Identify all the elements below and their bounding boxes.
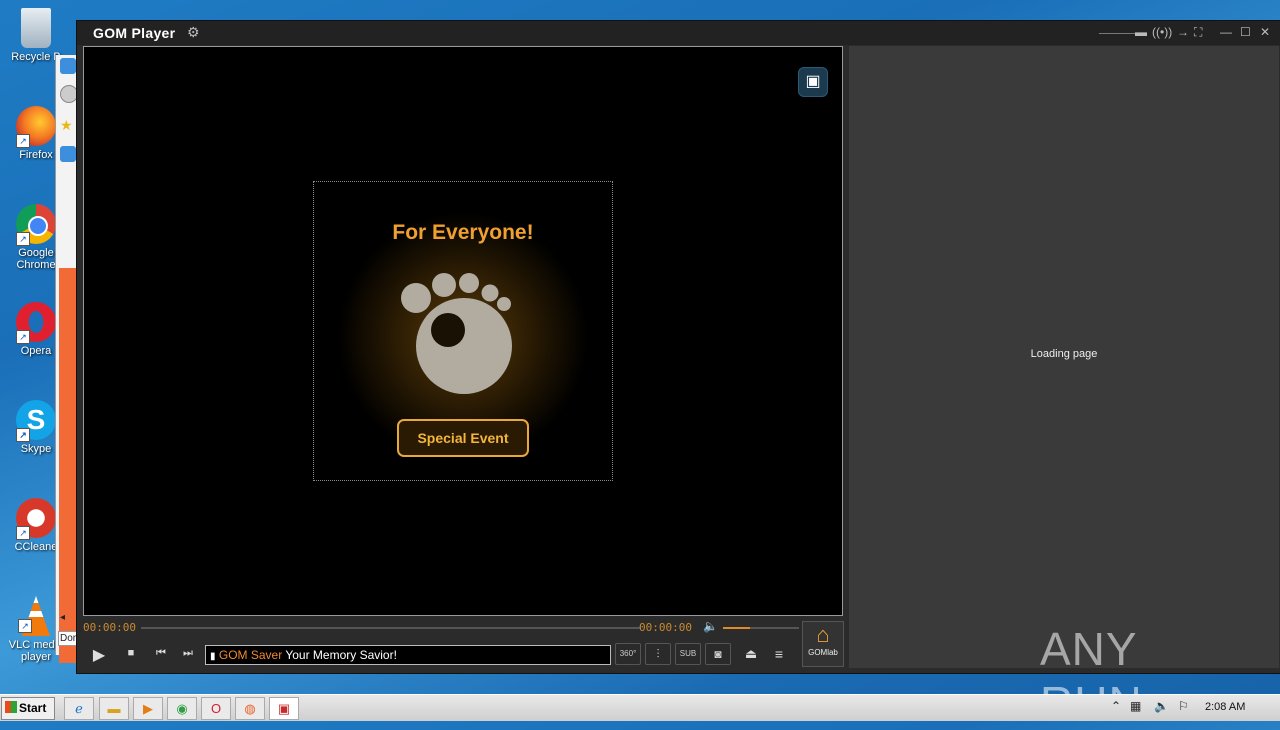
close-icon[interactable]: ✕ [1260, 25, 1270, 39]
shortcut-arrow-icon: ↗ [16, 134, 30, 148]
marquee-text: Your Memory Savior! [282, 648, 397, 662]
gom-player-window[interactable]: GOM Player ⚙ ▬ ((•)) → ⛶ — ☐ ✕ ▣ For Eve… [76, 20, 1280, 674]
play-icon[interactable]: ▶ [87, 645, 111, 665]
minimize-icon[interactable]: — [1220, 25, 1232, 39]
slider-handle-icon[interactable]: ▬ [1135, 25, 1147, 39]
download-save-icon[interactable]: ▣ [798, 67, 828, 97]
pin-icon[interactable]: → [1177, 25, 1189, 39]
desktop-icon-label: Recycle B [11, 51, 61, 63]
network-icon[interactable]: ▦ [1130, 699, 1141, 713]
promo-box: For Everyone! Special Event [313, 181, 613, 481]
firefox-icon: ↗ [16, 106, 56, 148]
firefox-taskbar-icon[interactable]: ◍ [235, 697, 265, 720]
home-icon: ⌂ [816, 622, 830, 647]
marquee-highlight: GOM Saver [218, 648, 283, 662]
anyrun-watermark: ANY RUN [1040, 612, 1240, 729]
opacity-slider[interactable] [1099, 33, 1139, 34]
app-title: GOM Player [93, 25, 176, 41]
taskbar: Start ℯ ▬ ▶ ◉ O ◍ ▣ ⌃ ▦ 🔈 ⚐ 2:08 AM [0, 694, 1280, 721]
fullscreen-icon[interactable]: ⛶ [1194, 25, 1202, 40]
desktop-icon-label: CCleane [14, 541, 58, 553]
time-elapsed: 00:00:00 [83, 621, 136, 634]
time-total: 00:00:00 [639, 621, 692, 634]
desktop-icon-label: Google Chrome [16, 247, 56, 271]
camera-icon[interactable]: ◙ [705, 643, 731, 665]
desktop-icon-label: Skype [20, 443, 52, 455]
equalizer-icon[interactable]: ⫶ [645, 643, 671, 665]
video-area[interactable]: ▣ For Everyone! Special Event [83, 46, 843, 616]
menu-icon[interactable]: ≡ [767, 646, 791, 662]
show-hidden-icons-icon[interactable]: ⌃ [1111, 699, 1121, 713]
stop-icon[interactable]: ■ [119, 647, 143, 659]
shortcut-arrow-icon: ↗ [16, 428, 30, 442]
shortcut-arrow-icon: ↗ [18, 619, 32, 633]
volume-icon[interactable]: 🔈 [703, 619, 718, 633]
chrome-taskbar-icon[interactable]: ◉ [167, 697, 197, 720]
news-marquee[interactable]: ▮ GOM Saver Your Memory Savior! [205, 645, 611, 665]
opera-taskbar-icon[interactable]: O [201, 697, 231, 720]
star-icon: ★ [60, 117, 73, 133]
media-player-taskbar-icon[interactable]: ▶ [133, 697, 163, 720]
recycle-bin-icon [21, 8, 51, 48]
windows-flag-icon [5, 701, 17, 713]
desktop-icon-label: Opera [20, 345, 52, 357]
shortcut-arrow-icon: ↗ [16, 330, 30, 344]
seek-bar[interactable] [141, 627, 641, 629]
seek-row: 00:00:00 00:00:00 🔈 [83, 619, 843, 637]
ccleaner-icon: ↗ [16, 498, 56, 540]
ie-taskbar-icon[interactable]: ℯ [64, 697, 94, 720]
shortcut-arrow-icon: ↗ [16, 526, 30, 540]
eject-icon[interactable]: ⏏ [739, 646, 763, 662]
previous-icon[interactable]: ⏮ [149, 647, 173, 660]
side-panel: Loading page [849, 46, 1279, 668]
volume-level [723, 627, 750, 629]
gear-icon[interactable]: ⚙ [187, 24, 200, 41]
gomlab-label: GOMlab [808, 648, 838, 657]
ie-icon [60, 58, 76, 74]
next-icon[interactable]: ⏭ [176, 647, 200, 660]
sd-card-icon: ▮ [210, 651, 216, 662]
special-event-button[interactable]: Special Event [397, 419, 529, 457]
opera-icon: ↗ [16, 302, 56, 344]
start-label: Start [19, 701, 47, 715]
broadcast-icon[interactable]: ((•)) [1152, 25, 1172, 39]
gomlab-button[interactable]: ⌂ GOMlab [802, 621, 844, 667]
volume-slider[interactable] [723, 627, 799, 629]
start-button[interactable]: Start [1, 697, 55, 720]
maximize-icon[interactable]: ☐ [1240, 25, 1251, 39]
clock[interactable]: 2:08 AM [1205, 701, 1245, 713]
subtitle-button[interactable]: SUB [675, 643, 701, 665]
gom-taskbar-icon[interactable]: ▣ [269, 697, 299, 720]
volume-tray-icon[interactable]: 🔈 [1154, 699, 1169, 713]
chrome-icon: ↗ [16, 204, 56, 246]
action-center-flag-icon[interactable]: ⚐ [1178, 699, 1189, 713]
vr-360-button[interactable]: 360° [615, 643, 641, 665]
control-bar: ▶ ■ ⏮ ⏭ ▮ GOM Saver Your Memory Savior! … [83, 643, 843, 669]
scroll-left-icon[interactable]: ◂ [60, 612, 65, 623]
desktop-icon-label: Firefox [19, 149, 53, 161]
loading-text: Loading page [1030, 348, 1098, 360]
ie-tab-icon [60, 146, 76, 162]
background-window-content [59, 268, 77, 663]
skype-icon: S ↗ [16, 400, 56, 442]
title-bar[interactable]: GOM Player ⚙ ▬ ((•)) → ⛶ — ☐ ✕ [77, 21, 1280, 45]
shortcut-arrow-icon: ↗ [16, 232, 30, 246]
explorer-taskbar-icon[interactable]: ▬ [99, 697, 129, 720]
